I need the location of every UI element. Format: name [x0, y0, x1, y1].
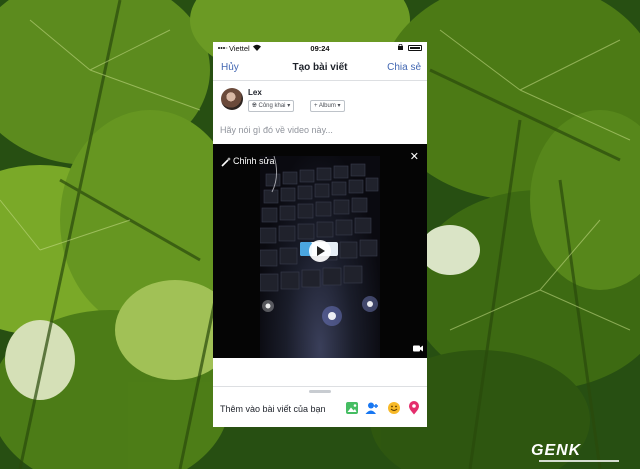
globe-icon: 🌐︎ — [252, 103, 257, 109]
caret-down-icon: ▾ — [337, 103, 341, 109]
divider — [213, 80, 427, 81]
tag-people-icon[interactable] — [365, 401, 379, 415]
feeling-icon[interactable] — [387, 401, 401, 415]
video-camera-icon[interactable] — [413, 345, 423, 352]
play-button[interactable] — [309, 240, 331, 262]
status-time: 09:24 — [310, 44, 330, 53]
video-preview[interactable]: Chỉnh sửa ✕ — [213, 144, 427, 358]
post-text-input[interactable]: Hãy nói gì đó về video này... — [220, 125, 333, 135]
audience-label: Công khai — [258, 103, 286, 109]
edit-video-label: Chỉnh sửa — [233, 156, 275, 166]
location-icon[interactable] — [407, 401, 421, 415]
phone-screen: Viettel 09:24 Hủy Tạo bài viết Chia sẻ L… — [213, 42, 427, 427]
watermark-logo: GENK — [531, 442, 619, 462]
photo-icon[interactable] — [345, 401, 359, 415]
audience-selector[interactable]: 🌐︎ Công khai ▾ — [248, 100, 295, 112]
divider — [213, 386, 427, 387]
album-label: + Album — [314, 103, 336, 109]
magic-wand-icon — [221, 156, 231, 167]
orientation-lock-icon — [398, 44, 403, 50]
add-to-post-label: Thêm vào bài viết của bạn — [220, 404, 326, 414]
caret-down-icon: ▾ — [287, 103, 291, 109]
navigation-bar: Hủy Tạo bài viết Chia sẻ — [213, 54, 427, 80]
status-bar: Viettel 09:24 — [213, 42, 427, 54]
battery-icon — [408, 45, 422, 51]
edit-video-button[interactable]: Chỉnh sửa — [221, 152, 275, 170]
watermark-text: GENK — [531, 442, 582, 459]
share-button[interactable]: Chia sẻ — [387, 62, 421, 73]
sheet-drag-handle[interactable] — [309, 390, 331, 393]
album-selector[interactable]: + Album ▾ — [310, 100, 345, 112]
close-icon[interactable]: ✕ — [410, 150, 419, 163]
username: Lex — [248, 88, 262, 97]
avatar[interactable] — [221, 88, 243, 110]
